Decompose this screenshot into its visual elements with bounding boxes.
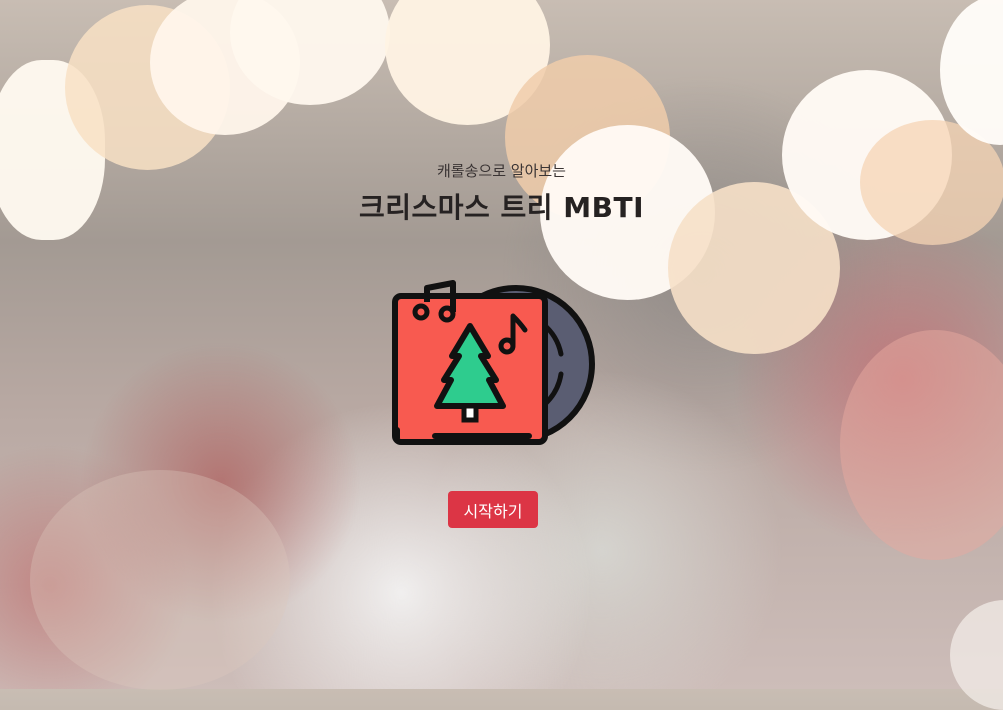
christmas-music-album-icon — [392, 280, 595, 445]
start-button[interactable]: 시작하기 — [448, 491, 538, 528]
landing-page: 캐롤송으로 알아보는 크리스마스 트리 MBTI 시작하기 — [0, 0, 1003, 689]
page-subtitle: 캐롤송으로 알아보는 — [437, 162, 566, 180]
page-title: 크리스마스 트리 MBTI — [358, 191, 645, 224]
